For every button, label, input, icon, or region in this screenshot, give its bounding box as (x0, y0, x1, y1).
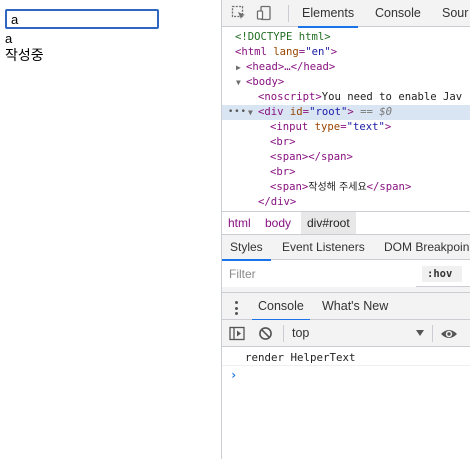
hov-toggle[interactable]: :hov (422, 266, 462, 282)
context-value: top (292, 326, 310, 340)
collapse-arrow-icon[interactable]: ▼ (236, 75, 241, 90)
br-tag: <br> (270, 166, 296, 178)
div-attr-name: id (289, 106, 303, 118)
chevron-down-icon (416, 330, 424, 336)
live-expression-eye-icon[interactable] (440, 325, 458, 342)
breadcrumb-body[interactable]: body (265, 212, 291, 234)
html-attr-value: "en" (305, 46, 331, 58)
show-sidebar-icon[interactable] (228, 325, 246, 342)
dom-html[interactable]: <html lang="en"> (222, 45, 470, 60)
dom-br[interactable]: <br> (222, 135, 470, 150)
tab-console[interactable]: Console (375, 0, 421, 27)
dom-noscript[interactable]: <noscript>You need to enable Jav (222, 90, 470, 105)
doctype-text: <!DOCTYPE html> (235, 31, 331, 43)
expand-arrow-icon[interactable]: ▶ (236, 60, 241, 75)
dom-br[interactable]: <br> (222, 165, 470, 180)
more-options-icon[interactable]: ••• (228, 105, 247, 120)
context-selector[interactable]: top (292, 324, 424, 343)
dom-body[interactable]: ▼ <body> (222, 75, 470, 90)
breadcrumb-html[interactable]: html (228, 212, 251, 234)
dom-span[interactable]: <span></span> (222, 150, 470, 165)
console-log-entry: render HelperText (222, 349, 470, 366)
dom-span-helper[interactable]: <span>작성해 주세요</span> (222, 180, 470, 195)
span-tag: <span></span> (270, 151, 353, 163)
output-text: a (5, 31, 13, 46)
dom-input[interactable]: <input type="text"> (222, 120, 470, 135)
styles-filter-row: :hov (222, 261, 470, 287)
filter-input[interactable] (222, 261, 416, 287)
span-text: 작성해 주세요 (308, 182, 367, 193)
breadcrumb-div-root[interactable]: div#root (301, 212, 356, 234)
span-close-tag: </span> (366, 181, 412, 193)
console-output: render HelperText › (222, 347, 470, 459)
br-tag: <br> (270, 136, 296, 148)
html-tag: <html (235, 46, 267, 58)
input-attr-name: type (314, 121, 341, 133)
console-toolbar: top (222, 320, 470, 347)
html-attr-name: lang (273, 46, 299, 58)
tab-sources[interactable]: Sour (442, 0, 468, 27)
dom-tree: <!DOCTYPE html> <html lang="en"> ▶ <head… (222, 28, 470, 211)
breadcrumb: html body div#root (222, 211, 470, 235)
input-tag: <input (270, 121, 309, 133)
body-tag: <body> (246, 76, 285, 88)
div-tag: <div (258, 106, 284, 118)
head-tag: <head>…</head> (246, 61, 336, 73)
tab-elements[interactable]: Elements (297, 0, 359, 28)
tab-dom-breakpoints[interactable]: DOM Breakpoin (384, 235, 469, 260)
noscript-tag: <noscript> (258, 91, 322, 103)
dom-head[interactable]: ▶ <head>…</head> (222, 60, 470, 75)
devtools-toolbar: Elements Console Sour (222, 0, 470, 28)
div-close-tag: </div> (258, 196, 297, 208)
drawer-tab-whats-new[interactable]: What's New (322, 293, 388, 320)
devtools-panel: Elements Console Sour <!DOCTYPE html> <h… (222, 0, 470, 459)
drawer-menu-icon[interactable] (234, 301, 238, 315)
text-input[interactable] (5, 9, 159, 29)
helper-text: 작성중 (5, 48, 44, 64)
span-open-tag: <span> (270, 181, 309, 193)
selected-node-marker: == $0 (360, 106, 393, 118)
tab-event-listeners[interactable]: Event Listeners (282, 235, 365, 260)
toolbar-separator (432, 325, 433, 342)
dom-div-end[interactable]: </div> (222, 195, 470, 210)
page-viewport: a 작성중 (0, 0, 221, 459)
div-attr-value: "root" (309, 106, 348, 118)
toolbar-separator (283, 325, 284, 342)
div-tag-close: > (347, 106, 354, 118)
console-prompt[interactable]: › (222, 367, 470, 384)
clear-console-icon[interactable] (256, 325, 274, 342)
toolbar-separator (288, 5, 289, 22)
tab-styles[interactable]: Styles (222, 235, 271, 261)
drawer-tabs: Console What's New (222, 292, 470, 321)
dom-div-root[interactable]: ••• ▼ <div id="root"> == $0 (222, 105, 470, 120)
device-toolbar-icon[interactable] (255, 4, 273, 22)
dom-doctype[interactable]: <!DOCTYPE html> (222, 30, 470, 45)
inspect-element-icon[interactable] (230, 4, 248, 22)
noscript-text: You need to enable Jav (321, 91, 463, 103)
input-attr-value: "text" (346, 121, 385, 133)
collapse-arrow-icon[interactable]: ▼ (248, 105, 253, 120)
drawer-tab-console[interactable]: Console (252, 293, 310, 321)
styles-subtabs: Styles Event Listeners DOM Breakpoin (222, 235, 470, 261)
